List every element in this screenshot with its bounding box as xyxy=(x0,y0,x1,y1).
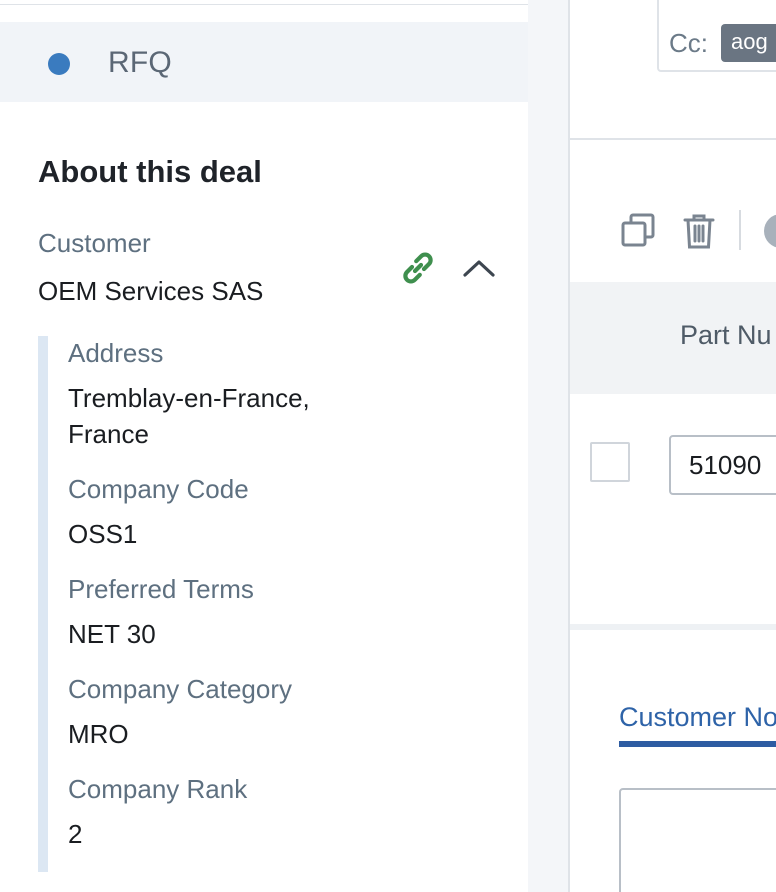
more-actions-icon[interactable] xyxy=(764,214,776,248)
panel-gutter xyxy=(528,0,568,892)
part-number-column-header[interactable]: Part Nu xyxy=(680,320,772,351)
main-panel: Cc: aog Part Nu 51090 Customer No xyxy=(570,0,776,892)
company-code-value: OSS1 xyxy=(68,519,138,549)
cc-label: Cc: xyxy=(669,28,708,58)
stage-label: RFQ xyxy=(108,46,172,79)
top-divider xyxy=(0,0,528,22)
deal-sidebar: RFQ About this deal Customer OEM Service… xyxy=(0,0,528,892)
tab-customer-notes[interactable]: Customer No xyxy=(619,702,776,733)
about-section-title: About this deal xyxy=(38,154,262,189)
trash-icon[interactable] xyxy=(682,212,716,250)
part-number-input[interactable] xyxy=(669,435,776,495)
company-rank-label: Company Rank xyxy=(68,774,248,804)
app-root: RFQ About this deal Customer OEM Service… xyxy=(0,0,776,892)
section-divider xyxy=(570,624,776,630)
row-checkbox[interactable] xyxy=(590,442,630,482)
company-code-label: Company Code xyxy=(68,474,249,504)
customer-name: OEM Services SAS xyxy=(38,276,264,306)
section-divider xyxy=(570,138,776,140)
company-category-value: MRO xyxy=(68,719,129,749)
cc-recipient-chip[interactable]: aog xyxy=(721,24,776,62)
parts-table-header: Part Nu xyxy=(570,282,776,394)
company-category-label: Company Category xyxy=(68,674,292,704)
preferred-terms-label: Preferred Terms xyxy=(68,574,254,604)
customer-label: Customer xyxy=(38,228,151,258)
active-tab-indicator xyxy=(619,741,776,747)
copy-icon[interactable] xyxy=(620,212,658,250)
customer-notes-textarea[interactable] xyxy=(619,788,776,892)
company-rank-value: 2 xyxy=(68,819,83,849)
address-line-1: Tremblay-en-France, xyxy=(68,383,310,413)
link-icon[interactable] xyxy=(398,248,438,288)
chevron-up-icon[interactable] xyxy=(460,252,498,282)
address-label: Address xyxy=(68,338,164,368)
address-line-2: France xyxy=(68,419,149,449)
toolbar-separator xyxy=(739,210,741,250)
customer-details: Address Tremblay-en-France, France Compa… xyxy=(38,336,498,872)
deal-stage-row[interactable]: RFQ xyxy=(0,22,528,102)
cc-field[interactable]: Cc: aog xyxy=(657,0,776,72)
preferred-terms-value: NET 30 xyxy=(68,619,156,649)
stage-status-dot xyxy=(48,53,70,75)
